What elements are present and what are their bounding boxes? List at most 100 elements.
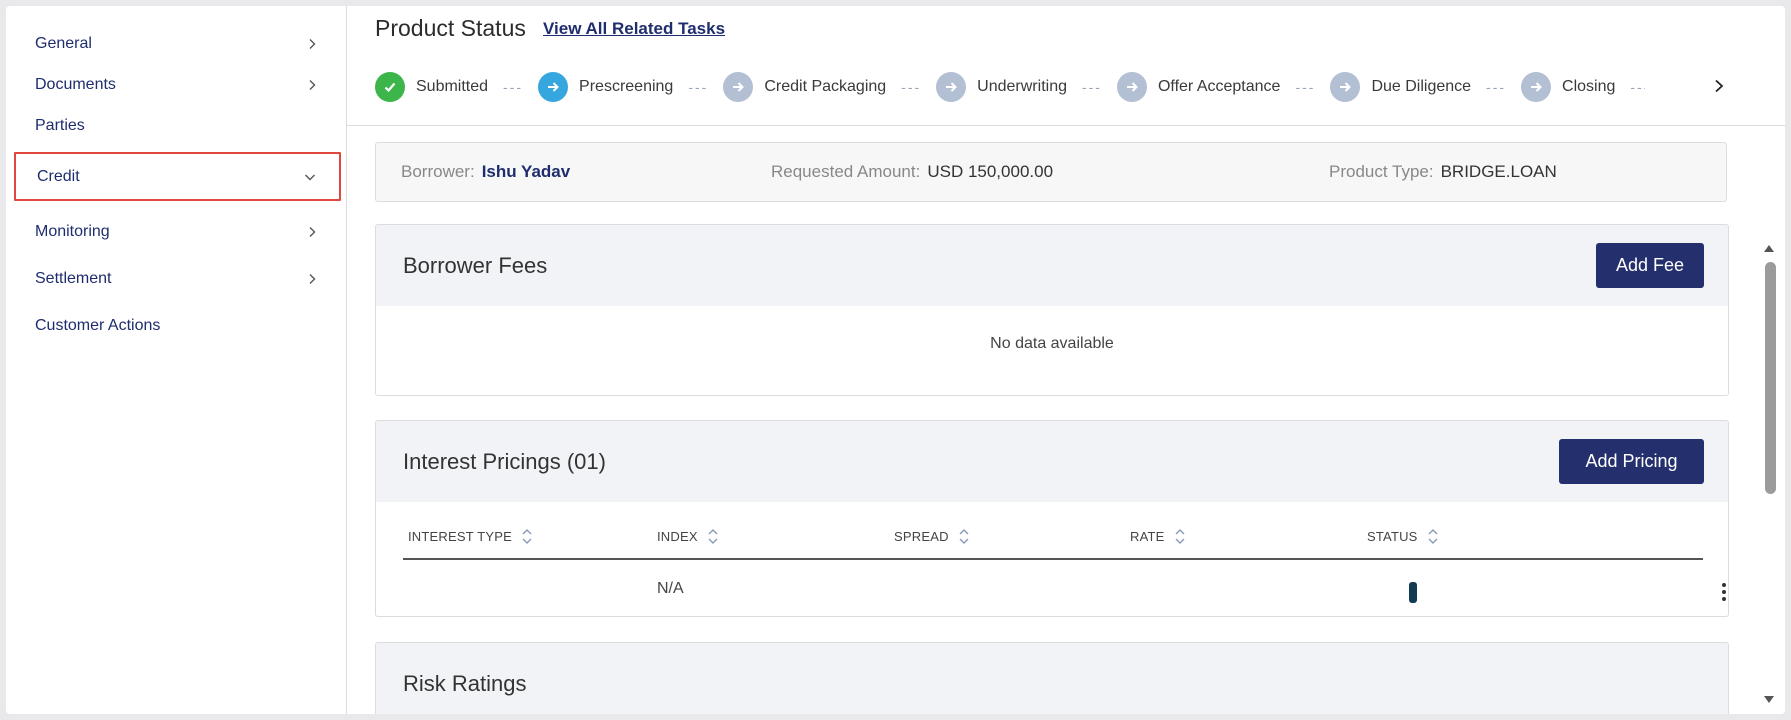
- arrow-right-icon: [1330, 72, 1361, 102]
- arrow-right-icon: [1116, 72, 1147, 102]
- sidebar-item-monitoring[interactable]: Monitoring: [14, 209, 341, 255]
- step-separator: ---: [1081, 79, 1102, 95]
- scroll-up-icon[interactable]: [1763, 240, 1775, 252]
- chevron-right-icon: [305, 78, 319, 92]
- borrower-fees-card: Borrower Fees Add Fee No data available: [375, 224, 1729, 396]
- column-label: SPREAD: [894, 529, 949, 544]
- sidebar-item-label: Credit: [37, 167, 80, 185]
- sidebar-item-label: Documents: [35, 76, 116, 93]
- step-separator: ---: [1295, 79, 1316, 95]
- column-header-interest-type[interactable]: INTEREST TYPE: [408, 528, 533, 545]
- card-title: Interest Pricings (01): [403, 449, 606, 474]
- card-header: Borrower Fees Add Fee: [376, 225, 1728, 306]
- step-due-diligence[interactable]: Due Diligence: [1330, 72, 1471, 102]
- step-prescreening[interactable]: Prescreening: [538, 72, 673, 102]
- arrow-right-icon: [936, 72, 967, 102]
- step-offer-acceptance[interactable]: Offer Acceptance: [1116, 72, 1281, 102]
- sort-icon[interactable]: [521, 528, 533, 545]
- step-separator: ---: [1486, 79, 1507, 95]
- borrower-label: Borrower:: [401, 162, 475, 181]
- sidebar-item-label: Parties: [35, 117, 85, 134]
- chevron-down-icon: [303, 170, 317, 184]
- card-header: Risk Ratings: [376, 643, 1728, 714]
- step-label: Underwriting: [977, 78, 1067, 95]
- step-separator: ---: [901, 79, 922, 95]
- column-header-status[interactable]: STATUS: [1367, 528, 1439, 545]
- status-badge: [1409, 582, 1417, 603]
- requested-amount-label: Requested Amount:: [771, 162, 921, 181]
- chevron-right-icon: [305, 37, 319, 51]
- sidebar-item-label: Monitoring: [35, 223, 110, 240]
- requested-amount-value: USD 150,000.00: [927, 162, 1054, 181]
- step-credit-packaging[interactable]: Credit Packaging: [723, 72, 886, 102]
- borrower-value: Ishu Yadav: [481, 162, 571, 181]
- product-type-label: Product Type:: [1329, 162, 1434, 181]
- step-separator: ---: [1630, 79, 1645, 95]
- step-label: Submitted: [416, 78, 489, 95]
- product-type-field: Product Type: BRIDGE.LOAN: [1329, 162, 1557, 182]
- check-icon: [375, 72, 405, 102]
- step-label: Prescreening: [579, 78, 674, 95]
- sort-icon[interactable]: [958, 528, 970, 545]
- card-title: Borrower Fees: [403, 253, 548, 278]
- sidebar-item-label: Settlement: [35, 270, 112, 287]
- app-frame: General Documents Parties Credit Monitor…: [6, 6, 1785, 714]
- arrow-right-icon: [538, 72, 569, 102]
- column-header-rate[interactable]: RATE: [1130, 528, 1186, 545]
- sidebar-item-label: General: [35, 35, 92, 52]
- sidebar-item-settlement[interactable]: Settlement: [14, 256, 341, 302]
- product-status-header: Product Status View All Related Tasks Su…: [347, 6, 1785, 126]
- step-closing[interactable]: Closing: [1521, 72, 1615, 102]
- sidebar-item-label: Customer Actions: [35, 317, 161, 334]
- step-separator: ---: [503, 79, 524, 95]
- sidebar-item-parties[interactable]: Parties: [14, 103, 341, 149]
- interest-pricings-card: Interest Pricings (01) Add Pricing INTER…: [375, 420, 1729, 617]
- step-submitted[interactable]: Submitted: [375, 72, 488, 102]
- column-label: INTEREST TYPE: [408, 529, 512, 544]
- cell-index: N/A: [657, 580, 684, 597]
- column-header-spread[interactable]: SPREAD: [894, 528, 970, 545]
- step-label: Due Diligence: [1371, 78, 1472, 95]
- page-title: Product Status: [375, 15, 526, 41]
- pricing-table-header: INTEREST TYPE INDEX SPREAD RATE STATUS: [403, 521, 1703, 560]
- column-header-index[interactable]: INDEX: [657, 528, 719, 545]
- scroll-down-icon[interactable]: [1763, 692, 1775, 703]
- add-pricing-button[interactable]: Add Pricing: [1559, 439, 1704, 484]
- sort-icon[interactable]: [1427, 528, 1439, 545]
- borrower-field: Borrower: Ishu Yadav: [401, 162, 570, 182]
- card-header: Interest Pricings (01) Add Pricing: [376, 421, 1728, 502]
- more-options-icon[interactable]: [1714, 580, 1728, 604]
- step-label: Closing: [1562, 78, 1616, 95]
- requested-amount-field: Requested Amount: USD 150,000.00: [771, 162, 1053, 182]
- step-separator: ---: [688, 79, 709, 95]
- arrow-right-icon: [1521, 72, 1552, 102]
- sidebar: General Documents Parties Credit Monitor…: [6, 6, 347, 714]
- column-label: RATE: [1130, 529, 1165, 544]
- arrow-right-icon: [723, 72, 754, 102]
- chevron-right-icon: [1713, 79, 1725, 98]
- step-label: Credit Packaging: [764, 78, 887, 95]
- column-label: STATUS: [1367, 529, 1418, 544]
- loan-summary-bar: Borrower: Ishu Yadav Requested Amount: U…: [375, 142, 1727, 202]
- stepper-next-button[interactable]: [1707, 76, 1731, 100]
- sidebar-item-customer-actions[interactable]: Customer Actions: [14, 303, 341, 349]
- product-type-value: BRIDGE.LOAN: [1440, 162, 1557, 181]
- chevron-right-icon: [305, 272, 319, 286]
- table-row[interactable]: N/A: [403, 562, 1726, 616]
- step-label: Offer Acceptance: [1157, 78, 1281, 95]
- step-underwriting[interactable]: Underwriting: [936, 72, 1067, 102]
- status-stepper: Submitted --- Prescreening --- Credit Pa…: [375, 72, 1645, 102]
- risk-ratings-card: Risk Ratings: [375, 642, 1729, 714]
- add-fee-button[interactable]: Add Fee: [1596, 243, 1704, 288]
- chevron-right-icon: [305, 225, 319, 239]
- empty-state-text: No data available: [990, 335, 1114, 352]
- vertical-scrollbar[interactable]: [1760, 232, 1778, 712]
- view-all-tasks-link[interactable]: View All Related Tasks: [543, 19, 725, 39]
- sidebar-item-credit[interactable]: Credit: [14, 152, 341, 201]
- sort-icon[interactable]: [1174, 528, 1186, 545]
- sidebar-item-documents[interactable]: Documents: [14, 62, 341, 108]
- scrollbar-thumb[interactable]: [1765, 262, 1776, 494]
- sort-icon[interactable]: [707, 528, 719, 545]
- sidebar-item-general[interactable]: General: [14, 21, 341, 67]
- card-title: Risk Ratings: [403, 671, 527, 696]
